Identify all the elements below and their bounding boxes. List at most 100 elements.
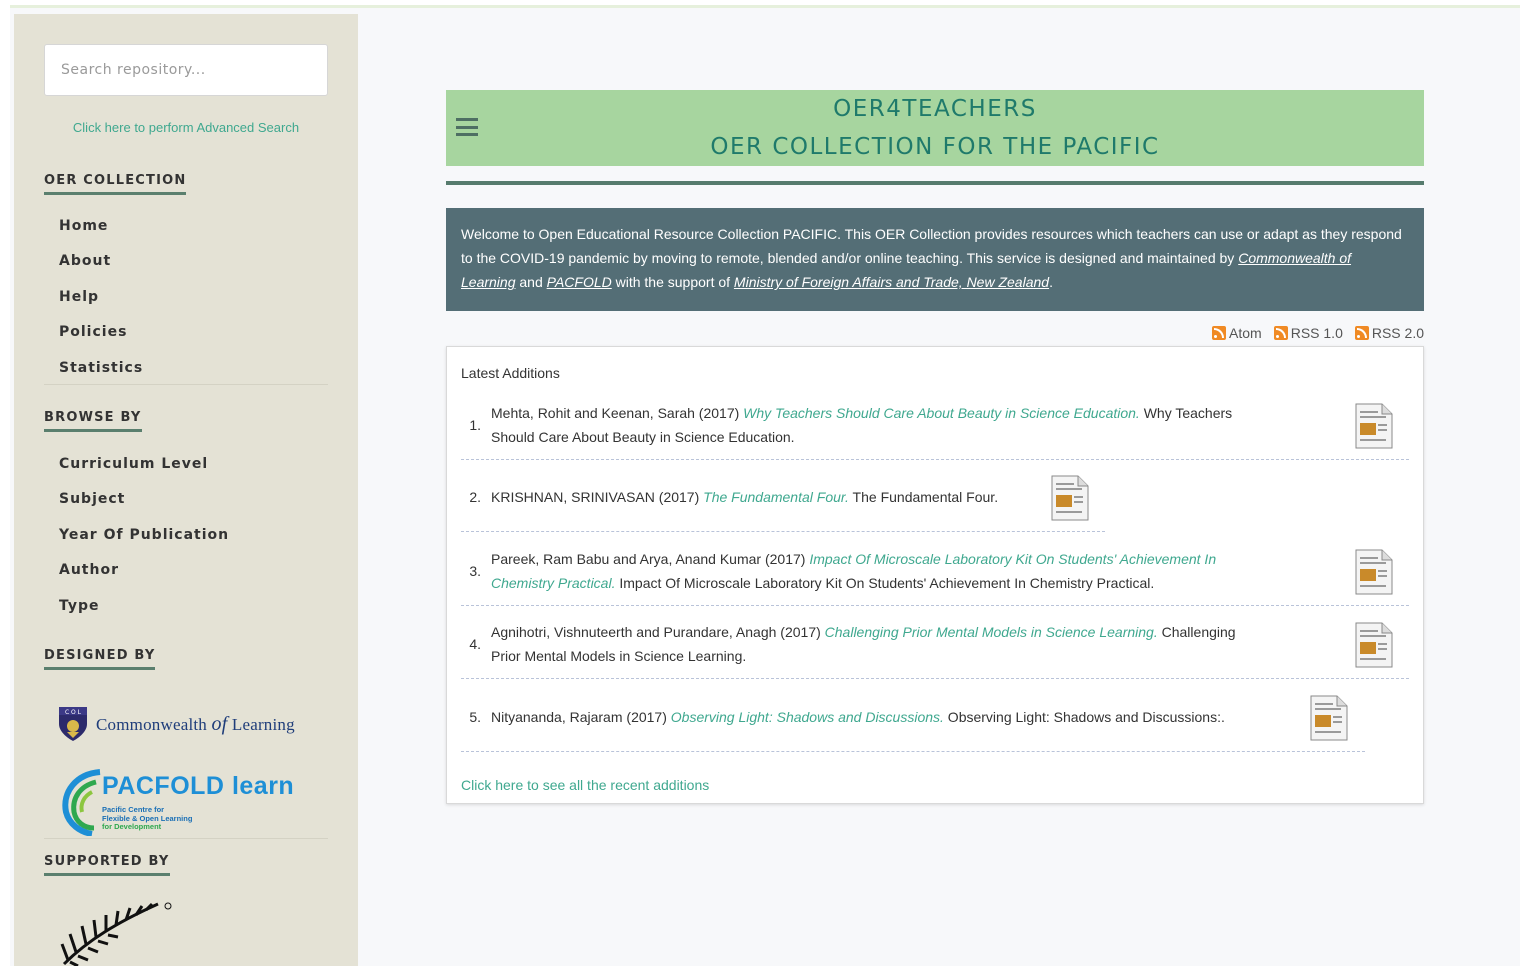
rss-icon xyxy=(1354,326,1369,340)
nav-browse-by: Curriculum Level Subject Year Of Publica… xyxy=(44,446,328,624)
item-year: (2017) xyxy=(761,551,810,567)
item-number: 4. xyxy=(469,636,481,652)
list-item: 3. Pareek, Ram Babu and Arya, Anand Kuma… xyxy=(461,547,1409,606)
item-number: 5. xyxy=(469,709,481,725)
browse-curriculum-level[interactable]: Curriculum Level xyxy=(44,446,328,482)
item-year: (2017) xyxy=(622,709,671,725)
browse-type[interactable]: Type xyxy=(44,588,328,624)
list-item: 4. Agnihotri, Vishnuteerth and Purandare… xyxy=(461,620,1409,679)
heading-browse-by: BROWSE BY xyxy=(44,410,142,432)
item-text: KRISHNAN, SRINIVASAN (2017) The Fundamen… xyxy=(491,485,1051,509)
nav-home[interactable]: Home xyxy=(44,208,328,244)
welcome-and: and xyxy=(515,274,547,290)
item-text: Pareek, Ram Babu and Arya, Anand Kumar (… xyxy=(491,547,1351,595)
item-author[interactable]: Arya, Anand Kumar xyxy=(640,551,761,567)
feed-rss2-label: RSS 2.0 xyxy=(1371,325,1424,341)
item-description: Why Teachers xyxy=(1139,405,1233,421)
document-thumbnail-icon[interactable] xyxy=(1355,622,1393,668)
nz-fern-logo-icon[interactable] xyxy=(58,900,178,966)
browse-subject[interactable]: Subject xyxy=(44,482,328,518)
col-logo-suffix: Learning xyxy=(227,714,295,734)
item-year: (2017) xyxy=(776,624,825,640)
item-description: Challenging xyxy=(1157,624,1236,640)
item-author[interactable]: KRISHNAN, SRINIVASAN xyxy=(491,489,655,505)
site-banner: OER4TEACHERS OER COLLECTION FOR THE PACI… xyxy=(446,90,1424,166)
col-logo-prefix: Commonwealth xyxy=(96,714,212,734)
item-description: Observing Light: Shadows and Discussions… xyxy=(943,709,1225,725)
item-title-link[interactable]: Challenging Prior Mental Models in Scien… xyxy=(825,624,1158,640)
item-number: 2. xyxy=(469,489,481,505)
feed-links: Atom RSS 1.0 RSS 2.0 xyxy=(1212,325,1424,341)
item-author[interactable]: Agnihotri, Vishnuteerth xyxy=(491,624,632,640)
sidebar: Search repository... Click here to perfo… xyxy=(14,14,358,966)
document-thumbnail-icon[interactable] xyxy=(1310,695,1348,741)
feed-rss1-label: RSS 1.0 xyxy=(1290,325,1343,341)
item-author[interactable]: Keenan, Sarah xyxy=(602,405,695,421)
link-pacfold[interactable]: PACFOLD xyxy=(547,274,612,290)
heading-designed-by: DESIGNED BY xyxy=(44,648,156,670)
pacfold-subtitle: Pacific Centre for Flexible & Open Learn… xyxy=(102,805,192,832)
item-text: Agnihotri, Vishnuteerth and Purandare, A… xyxy=(491,620,1331,668)
heading-oer-collection: OER COLLECTION xyxy=(44,173,187,195)
advanced-search-link[interactable]: Click here to perform Advanced Search xyxy=(44,120,328,135)
feed-atom-label: Atom xyxy=(1229,325,1262,341)
feed-atom[interactable]: Atom xyxy=(1212,325,1262,341)
item-description: The Fundamental Four. xyxy=(848,489,999,505)
svg-text:C O L: C O L xyxy=(65,709,82,716)
item-and: and xyxy=(632,624,664,640)
item-author[interactable]: Pareek, Ram Babu xyxy=(491,551,609,567)
rss-icon xyxy=(1273,326,1288,340)
divider xyxy=(44,838,328,839)
browse-year-of-publication[interactable]: Year Of Publication xyxy=(44,517,328,553)
document-thumbnail-icon[interactable] xyxy=(1355,549,1393,595)
col-crest-icon: C O L xyxy=(59,707,87,741)
link-mfat[interactable]: Ministry of Foreign Affairs and Trade, N… xyxy=(734,274,1049,290)
col-logo-of: of xyxy=(211,712,228,735)
item-author[interactable]: Mehta, Rohit xyxy=(491,405,570,421)
item-text: Mehta, Rohit and Keenan, Sarah (2017) Wh… xyxy=(491,401,1311,449)
document-thumbnail-icon[interactable] xyxy=(1051,475,1089,521)
latest-additions-heading: Latest Additions xyxy=(461,365,560,381)
item-title-link[interactable]: Impact Of Microscale Laboratory Kit On S… xyxy=(809,551,1216,567)
pacfold-swirl-icon xyxy=(62,769,101,836)
site-subtitle: OER COLLECTION FOR THE PACIFIC xyxy=(710,134,1160,160)
see-all-recent-additions-link[interactable]: Click here to see all the recent additio… xyxy=(461,777,709,793)
rss-icon xyxy=(1212,326,1227,340)
latest-additions-panel: Latest Additions 1. Mehta, Rohit and Kee… xyxy=(446,346,1424,804)
pacfold-sub-line3: for Development xyxy=(102,822,162,831)
browse-author[interactable]: Author xyxy=(44,553,328,589)
item-author[interactable]: Nityananda, Rajaram xyxy=(491,709,623,725)
search-input[interactable]: Search repository... xyxy=(44,44,328,96)
welcome-period: . xyxy=(1049,274,1053,290)
commonwealth-of-learning-logo[interactable]: C O L Commonwealth of Learning xyxy=(58,706,295,742)
heading-supported-by: SUPPORTED BY xyxy=(44,854,170,876)
feed-rss1[interactable]: RSS 1.0 xyxy=(1273,325,1343,341)
pacfold-wordmark: PACFOLD learn xyxy=(102,772,294,801)
item-title-link[interactable]: Observing Light: Shadows and Discussions… xyxy=(671,709,944,725)
nav-help[interactable]: Help xyxy=(44,279,328,315)
item-title-link[interactable]: The Fundamental Four. xyxy=(703,489,849,505)
pacfold-main: PACFOLD xyxy=(102,772,225,800)
item-and: and xyxy=(570,405,602,421)
item-number: 3. xyxy=(469,563,481,579)
nav-about[interactable]: About xyxy=(44,244,328,280)
pacfold-learn: learn xyxy=(231,772,295,800)
nav-policies[interactable]: Policies xyxy=(44,315,328,351)
item-author[interactable]: Purandare, Anagh xyxy=(664,624,777,640)
item-title-link[interactable]: Chemistry Practical. xyxy=(491,575,615,591)
nav-statistics[interactable]: Statistics xyxy=(44,350,328,386)
pacfold-learn-logo[interactable]: PACFOLD learn Pacific Centre for Flexibl… xyxy=(60,766,330,838)
item-year: (2017) xyxy=(694,405,744,421)
list-item: 2. KRISHNAN, SRINIVASAN (2017) The Funda… xyxy=(461,473,1105,532)
item-and: and xyxy=(609,551,640,567)
item-title-link[interactable]: Why Teachers Should Care About Beauty in… xyxy=(743,405,1140,421)
feed-rss2[interactable]: RSS 2.0 xyxy=(1354,325,1424,341)
item-description: Impact Of Microscale Laboratory Kit On S… xyxy=(615,575,1155,591)
item-description: Should Care About Beauty in Science Educ… xyxy=(491,429,795,445)
item-description: Prior Mental Models in Science Learning. xyxy=(491,648,747,664)
nav-oer-collection: Home About Help Policies Statistics xyxy=(44,208,328,386)
search-placeholder: Search repository... xyxy=(61,62,206,78)
list-item: 5. Nityananda, Rajaram (2017) Observing … xyxy=(461,693,1365,752)
document-thumbnail-icon[interactable] xyxy=(1355,403,1393,449)
banner-divider xyxy=(446,181,1424,185)
